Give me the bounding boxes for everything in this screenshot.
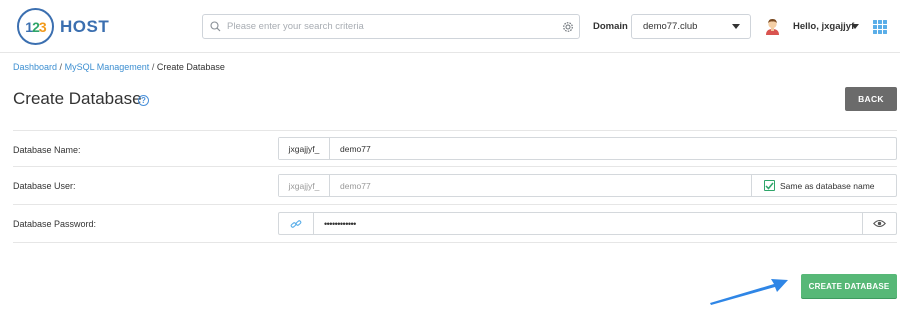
database-name-label: Database Name:: [13, 145, 81, 155]
breadcrumb: Dashboard / MySQL Management / Create Da…: [13, 62, 225, 72]
user-greeting[interactable]: Hello, jxgajjyf: [793, 21, 854, 32]
link-generate-icon[interactable]: [279, 213, 314, 234]
database-password-input[interactable]: ••••••••••••: [314, 213, 862, 234]
brand-logo[interactable]: 123 HOST: [17, 8, 109, 45]
domain-selected-value: demo77.club: [643, 21, 698, 32]
eye-icon[interactable]: [862, 213, 896, 234]
database-user-input: demo77: [340, 180, 371, 191]
breadcrumb-separator: /: [151, 62, 155, 72]
caret-down-icon: [732, 24, 740, 29]
help-icon[interactable]: ?: [138, 95, 149, 106]
search-box[interactable]: [202, 14, 580, 39]
search-icon: [203, 15, 227, 38]
same-as-database-name-label: Same as database name: [780, 180, 875, 191]
database-name-prefix: jxgajjyf_: [279, 138, 330, 159]
create-database-button[interactable]: CREATE DATABASE: [801, 274, 897, 298]
database-user-prefix: jxgajjyf_: [279, 175, 330, 196]
same-as-database-name-checkbox[interactable]: Same as database name: [751, 175, 896, 196]
breadcrumb-mysql-management[interactable]: MySQL Management: [65, 62, 150, 72]
checkbox-check-icon[interactable]: [764, 180, 775, 191]
apps-grid-icon[interactable]: [873, 20, 887, 34]
brand-digit-1: 1: [25, 18, 33, 35]
user-menu-caret-icon[interactable]: [851, 24, 859, 29]
breadcrumb-dashboard[interactable]: Dashboard: [13, 62, 57, 72]
brand-digit-2: 2: [32, 18, 40, 35]
domain-label: Domain: [593, 21, 628, 32]
database-user-label: Database User:: [13, 181, 76, 191]
database-password-field[interactable]: ••••••••••••: [278, 212, 897, 235]
avatar-icon[interactable]: [765, 17, 780, 35]
breadcrumb-current: Create Database: [156, 62, 225, 72]
brand-name: HOST: [60, 16, 110, 36]
page-title: Create Database: [13, 89, 142, 108]
top-bar: 123 HOST Domain demo77.club Hello, jxgaj…: [0, 0, 900, 53]
database-name-input[interactable]: demo77: [330, 138, 896, 159]
pointer-arrow-icon: [710, 279, 788, 305]
brand-digit-3: 3: [38, 18, 47, 35]
database-user-field: jxgajjyf_ demo77 Same as database name: [278, 174, 897, 197]
breadcrumb-separator: /: [59, 62, 63, 72]
brand-logo-mark: 123: [17, 8, 54, 45]
back-button[interactable]: BACK: [845, 87, 897, 111]
database-password-label: Database Password:: [13, 219, 97, 229]
search-input[interactable]: [227, 16, 557, 37]
domain-select[interactable]: demo77.club: [631, 14, 751, 39]
gear-icon[interactable]: [557, 15, 579, 38]
database-name-field[interactable]: jxgajjyf_ demo77: [278, 137, 897, 160]
